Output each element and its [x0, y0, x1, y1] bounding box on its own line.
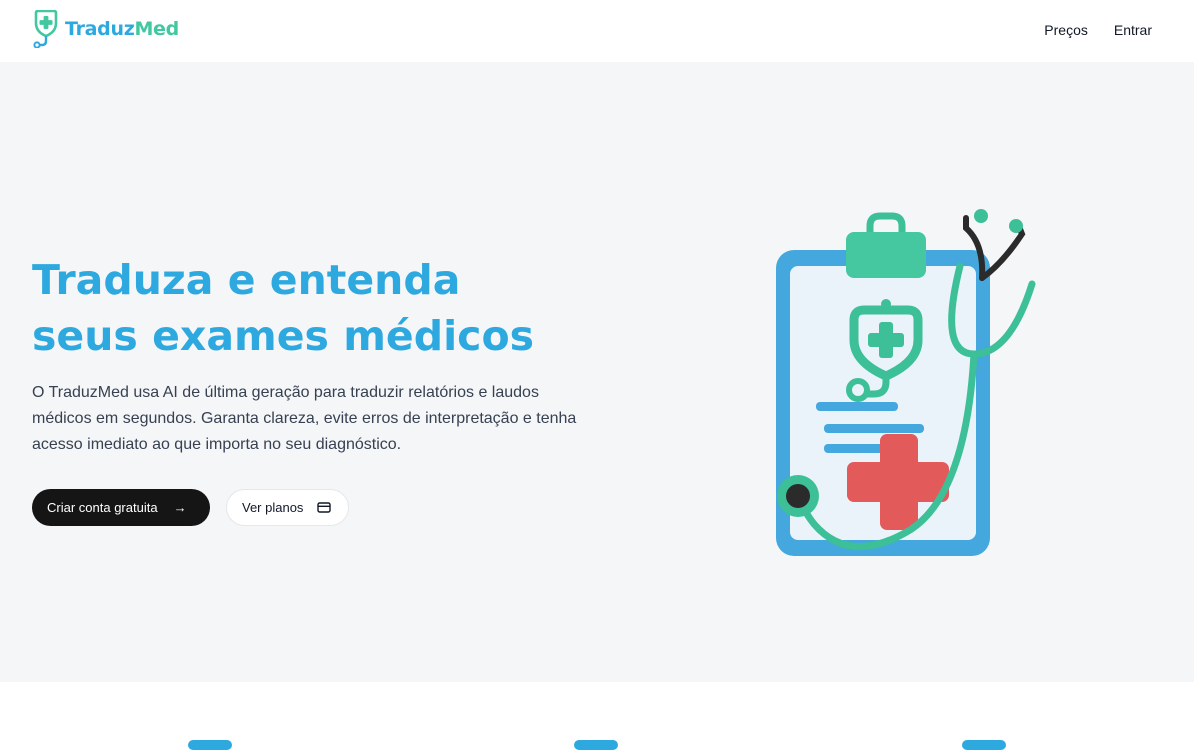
hero-title-line1: Traduza e entenda: [32, 256, 461, 304]
hero-title-line2: seus exames médicos: [32, 312, 535, 360]
brand-name-part1: Traduz: [65, 18, 135, 40]
brand-name: TraduzMed: [65, 18, 179, 40]
brand-logo[interactable]: TraduzMed: [32, 10, 179, 48]
create-free-account-button[interactable]: Criar conta gratuita →: [32, 489, 210, 526]
view-plans-label: Ver planos: [242, 500, 304, 515]
nav-pricing-link[interactable]: Preços: [1044, 22, 1088, 38]
nav-login-link[interactable]: Entrar: [1114, 22, 1152, 38]
feature-icon: [188, 740, 232, 750]
stethoscope-shield-plus-icon: [33, 10, 58, 48]
main-nav: Preços Entrar: [1044, 22, 1152, 38]
hero-description: O TraduzMed usa AI de última geração par…: [32, 384, 577, 453]
feature-icon: [574, 740, 618, 750]
view-plans-button[interactable]: Ver planos: [226, 489, 349, 526]
hero-title: Traduza e entenda seus exames médicos: [32, 252, 534, 364]
clipboard-stethoscope-illustration: [776, 209, 1036, 556]
brand-name-part2: Med: [134, 18, 179, 40]
top-navbar: TraduzMed Preços Entrar: [0, 0, 1194, 62]
feature-icon: [962, 740, 1006, 750]
create-free-account-label: Criar conta gratuita: [47, 500, 158, 515]
arrow-right-icon: →: [173, 500, 187, 515]
credit-card-icon: [317, 502, 332, 513]
hero-section: Traduza e entenda seus exames médicos O …: [0, 62, 1194, 682]
